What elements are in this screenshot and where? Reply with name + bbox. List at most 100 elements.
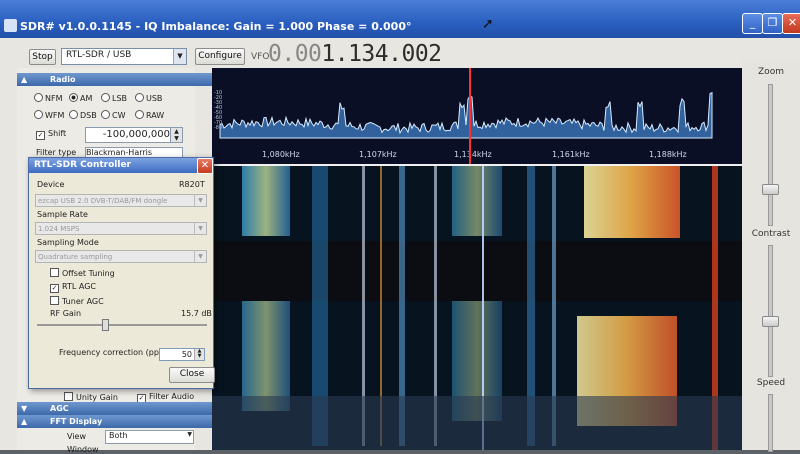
frequency-tick-label: 1,080kHz: [262, 150, 300, 159]
view-label: View: [67, 432, 86, 441]
spinner-icon[interactable]: ▲ ▼: [194, 349, 204, 360]
spectrum-display[interactable]: -10 -20 -30 -40 -50 -60 -70 -80 1,080kHz 1,107kH…: [212, 68, 742, 166]
radio-section-title: Radio: [50, 75, 76, 84]
frequency-tick-label: 1,107kHz: [359, 150, 397, 159]
vfo-label: VFO: [251, 52, 270, 62]
checkmark-icon: ✓: [50, 284, 59, 293]
device-select[interactable]: ezcap USB 2.0 DVB-T/DAB/FM dongle ▼: [35, 194, 207, 207]
chevron-down-icon: ▼: [194, 223, 206, 234]
mode-am-label: AM: [80, 94, 93, 103]
sample-rate-label: Sample Rate: [37, 210, 88, 219]
zoom-label: Zoom: [758, 67, 784, 77]
dialog-close-icon[interactable]: ✕: [197, 158, 213, 174]
chevron-down-icon: ▼: [194, 195, 206, 206]
speed-slider-track[interactable]: [768, 394, 773, 452]
waterfall-display[interactable]: [212, 166, 742, 450]
close-button[interactable]: Close: [169, 367, 215, 383]
device-tuner: R820T: [179, 180, 205, 189]
sampling-mode-label: Sampling Mode: [37, 238, 99, 247]
speed-label: Speed: [756, 378, 786, 388]
checkmark-icon: ✓: [36, 131, 45, 140]
chevron-down-icon: ▼: [187, 431, 192, 438]
mode-raw-label: RAW: [146, 111, 165, 120]
window-title: SDR# v1.0.0.1145 - IQ Imbalance: Gain = …: [20, 20, 412, 33]
tuner-agc-checkbox[interactable]: Tuner AGC: [50, 296, 104, 306]
mode-usb-radio[interactable]: USB: [135, 93, 162, 103]
device-label: Device: [37, 180, 65, 189]
mode-raw-radio[interactable]: RAW: [135, 110, 164, 120]
mode-am-radio[interactable]: AM: [69, 93, 92, 103]
rtl-sdr-controller-dialog: RTL-SDR Controller ✕ Device R820T ezcap …: [28, 157, 215, 389]
mode-lsb-radio[interactable]: LSB: [101, 93, 127, 103]
frequency-tick-label: 1,161kHz: [552, 150, 590, 159]
tuner-agc-label: Tuner AGC: [62, 297, 104, 306]
stop-button[interactable]: Stop: [29, 49, 56, 65]
filter-audio-label: Filter Audio: [149, 392, 195, 401]
vfo-marker-line[interactable]: [469, 68, 471, 166]
dialog-title[interactable]: RTL-SDR Controller: [29, 158, 213, 173]
view-select[interactable]: Both ▼: [105, 430, 194, 444]
db-tick-label: -80: [214, 125, 223, 131]
source-select-value: RTL-SDR / USB: [66, 50, 132, 60]
expand-arrow-icon: ▼: [21, 404, 28, 413]
rf-gain-value: 15.7 dB: [181, 309, 212, 318]
fft-section-header[interactable]: ▲ FFT Display: [17, 415, 228, 428]
vfo-frequency-main: 1.134.002: [321, 41, 442, 67]
title-bar[interactable]: SDR# v1.0.0.1145 - IQ Imbalance: Gain = …: [0, 0, 800, 38]
mode-cw-radio[interactable]: CW: [101, 110, 126, 120]
rf-gain-label: RF Gain: [50, 309, 82, 318]
agc-section-title: AGC: [50, 404, 69, 413]
contrast-slider-thumb[interactable]: [762, 316, 779, 327]
vfo-frequency-dim: 0.00: [268, 41, 322, 67]
shift-checkbox[interactable]: ✓ Shift: [36, 129, 66, 140]
shift-input[interactable]: -100,000,000: [85, 127, 173, 143]
maximize-button[interactable]: ❐: [762, 13, 783, 34]
mode-dsb-label: DSB: [80, 111, 97, 120]
view-value: Both: [109, 431, 128, 440]
radio-section-header[interactable]: ▲ Radio: [17, 73, 228, 86]
frequency-tick-label: 1,134kHz: [454, 150, 492, 159]
unity-gain-label: Unity Gain: [76, 393, 118, 402]
device-value: ezcap USB 2.0 DVB-T/DAB/FM dongle: [38, 197, 168, 205]
frequency-correction-label: Frequency correction (ppm): [59, 348, 170, 357]
rtl-agc-checkbox[interactable]: ✓ RTL AGC: [50, 282, 96, 293]
vfo-frequency[interactable]: 0.001.134.002: [268, 41, 442, 67]
unity-gain-checkbox[interactable]: Unity Gain: [64, 392, 118, 402]
collapse-arrow-icon: ▲: [21, 75, 28, 84]
close-window-button[interactable]: ✕: [782, 13, 800, 34]
fft-section-title: FFT Display: [50, 417, 103, 426]
sampling-mode-value: Quadrature sampling: [38, 253, 113, 261]
mode-dsb-radio[interactable]: DSB: [69, 110, 97, 120]
spectrum-trace: [219, 91, 713, 139]
mode-wfm-radio[interactable]: WFM: [34, 110, 64, 120]
rf-gain-slider-thumb[interactable]: [102, 319, 109, 331]
mode-nfm-radio[interactable]: NFM: [34, 93, 63, 103]
mode-wfm-label: WFM: [45, 111, 65, 120]
sample-rate-select[interactable]: 1.024 MSPS ▼: [35, 222, 207, 235]
zoom-slider-track[interactable]: [768, 84, 773, 226]
agc-section-header[interactable]: ▼ AGC: [17, 402, 228, 415]
source-select[interactable]: RTL-SDR / USB ▼: [61, 48, 187, 65]
shift-spinner[interactable]: ▲ ▼: [170, 127, 183, 143]
app-icon: [4, 19, 17, 32]
right-panel: Zoom Contrast Speed: [742, 60, 800, 452]
sampling-mode-select[interactable]: Quadrature sampling ▼: [35, 250, 207, 263]
rtl-agc-label: RTL AGC: [62, 282, 96, 291]
frequency-correction-input[interactable]: 50 ▲ ▼: [159, 348, 205, 361]
frequency-correction-value: 50: [181, 350, 192, 359]
mouse-cursor-icon: ➚: [482, 16, 494, 32]
filter-type-label: Filter type: [36, 148, 77, 157]
configure-button[interactable]: Configure: [195, 48, 245, 65]
contrast-slider-track[interactable]: [768, 245, 773, 377]
contrast-label: Contrast: [751, 229, 791, 239]
chevron-down-icon: ▼: [194, 251, 206, 262]
rf-gain-slider-track[interactable]: [37, 324, 207, 326]
offset-tuning-label: Offset Tuning: [62, 269, 115, 278]
minimize-button[interactable]: _: [742, 13, 763, 34]
chevron-down-icon: ▼: [173, 49, 186, 64]
mode-usb-label: USB: [146, 94, 163, 103]
sample-rate-value: 1.024 MSPS: [38, 225, 80, 233]
mode-cw-label: CW: [112, 111, 126, 120]
offset-tuning-checkbox[interactable]: Offset Tuning: [50, 268, 115, 278]
zoom-slider-thumb[interactable]: [762, 184, 779, 195]
